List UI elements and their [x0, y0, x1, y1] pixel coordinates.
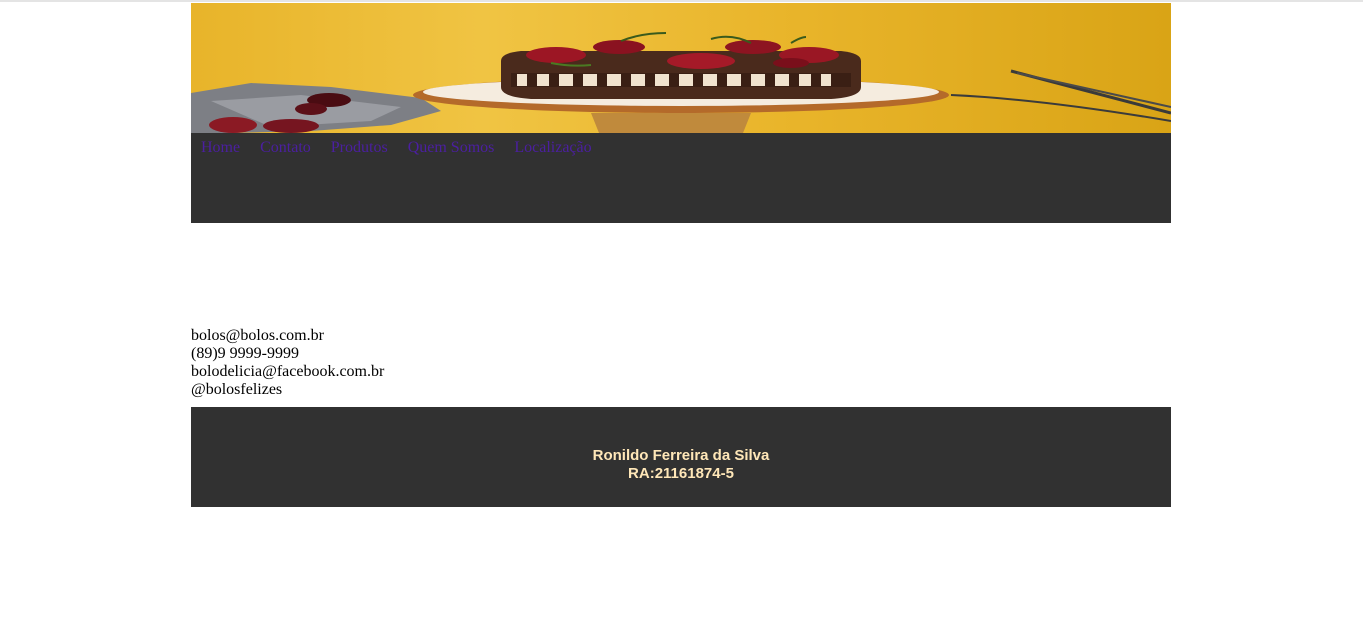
contact-facebook: bolodelicia@facebook.com.br: [191, 363, 385, 380]
contact-instagram: @bolosfelizes: [191, 381, 283, 398]
author-name: Ronildo Ferreira da Silva: [592, 447, 770, 464]
nav-item-produtos: Produtos: [331, 139, 388, 157]
nav-link-quem-somos[interactable]: Quem Somos: [408, 139, 495, 156]
nav-item-quem-somos: Quem Somos: [408, 139, 495, 157]
nav-item-home: Home: [201, 139, 240, 157]
nav-link-produtos[interactable]: Produtos: [331, 139, 388, 156]
cake-illustration: [191, 32, 1171, 133]
nav-item-contato: Contato: [260, 139, 311, 157]
header-banner: [191, 3, 1171, 133]
top-rule: [0, 0, 1363, 2]
contact-email: bolos@bolos.com.br: [191, 327, 324, 344]
main-nav: Home Contato Produtos Quem Somos Localiz…: [191, 133, 1171, 223]
nav-menu: Home Contato Produtos Quem Somos Localiz…: [201, 139, 612, 157]
page-footer: Ronildo Ferreira da Silva RA:21161874-5: [191, 407, 1171, 507]
nav-link-contato[interactable]: Contato: [260, 139, 311, 156]
nav-link-localizacao[interactable]: Localização: [514, 139, 591, 156]
page-container: Home Contato Produtos Quem Somos Localiz…: [191, 3, 1171, 223]
contact-phone: (89)9 9999-9999: [191, 345, 299, 362]
contact-info: bolos@bolos.com.br (89)9 9999-9999 bolod…: [191, 327, 384, 399]
author-ra: RA:21161874-5: [628, 465, 734, 482]
nav-link-home[interactable]: Home: [201, 139, 240, 156]
footer-credits: Ronildo Ferreira da Silva RA:21161874-5: [191, 447, 1171, 483]
nav-item-localizacao: Localização: [514, 139, 591, 157]
